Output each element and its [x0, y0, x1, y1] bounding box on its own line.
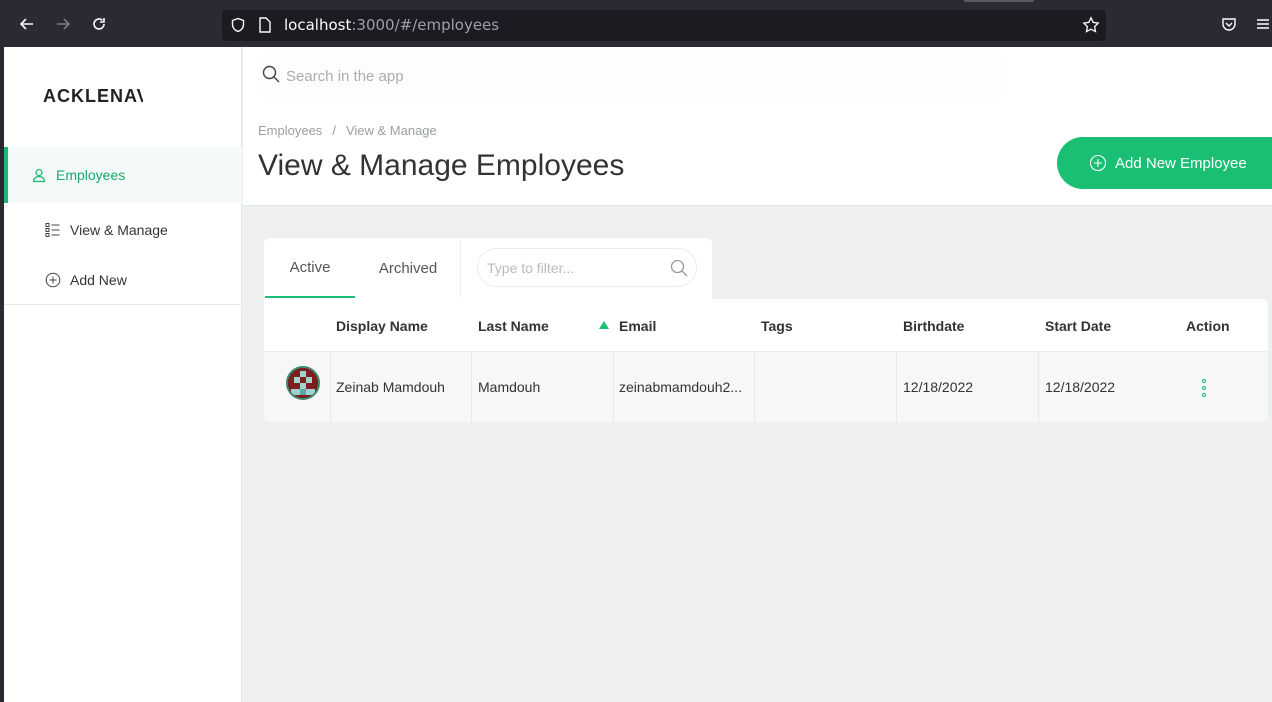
filter-box	[477, 248, 697, 287]
add-button-label: Add New Employee	[1115, 154, 1247, 172]
cell-divider	[471, 352, 472, 422]
column-tags[interactable]: Tags	[761, 318, 793, 334]
url-text[interactable]: localhost:3000/#/employees	[284, 16, 499, 34]
sidebar-item-label: Add New	[70, 272, 127, 288]
tab-strip-indicator	[964, 0, 1034, 2]
arrow-left-icon	[19, 18, 33, 30]
table-header: Display Name Last Name Email Tags Birthd…	[264, 299, 1268, 352]
pocket-icon	[1222, 18, 1236, 31]
cell-last-name: Mamdouh	[478, 379, 541, 395]
add-new-employee-button[interactable]: Add New Employee	[1057, 137, 1272, 189]
menu-button[interactable]	[1252, 12, 1272, 36]
search-icon[interactable]	[670, 259, 688, 281]
app-search	[258, 55, 1006, 97]
url-host: localhost	[284, 16, 352, 34]
tabs-divider	[460, 238, 461, 298]
forward-button[interactable]	[51, 12, 75, 36]
breadcrumb: Employees / View & Manage	[258, 123, 437, 138]
filter-input[interactable]	[487, 259, 657, 276]
back-button[interactable]	[15, 12, 39, 36]
cell-divider	[896, 352, 897, 422]
sidebar-item-add-new[interactable]: Add New	[4, 252, 242, 308]
cell-tags	[761, 352, 895, 422]
logo: ACKLENAV	[43, 86, 143, 106]
cell-start-date: 12/18/2022	[1045, 379, 1116, 395]
url-bar[interactable]: localhost:3000/#/employees	[222, 10, 1106, 41]
column-last-name[interactable]: Last Name	[478, 318, 549, 334]
tabs-bar: Active Archived	[264, 238, 712, 300]
column-display-name[interactable]: Display Name	[336, 318, 428, 334]
list-icon	[44, 221, 62, 239]
sidebar: ACKLENAV Employees View & Manage Add New	[4, 47, 242, 702]
hamburger-icon	[1257, 19, 1269, 29]
column-start-date[interactable]: Start Date	[1045, 318, 1111, 334]
sidebar-item-label: Employees	[56, 167, 126, 183]
breadcrumb-separator: /	[332, 123, 336, 138]
more-actions-icon[interactable]	[1202, 379, 1206, 397]
sidebar-item-view-manage[interactable]: View & Manage	[4, 202, 242, 258]
sidebar-item-label: View & Manage	[70, 222, 168, 238]
shield-icon[interactable]	[230, 17, 246, 33]
column-email[interactable]: Email	[619, 318, 656, 334]
browser-toolbar: localhost:3000/#/employees	[0, 0, 1272, 47]
cell-display-name: Zeinab Mamdouh	[336, 379, 445, 395]
plus-circle-icon	[1089, 154, 1107, 172]
employees-table: Display Name Last Name Email Tags Birthd…	[264, 299, 1268, 422]
sidebar-item-employees[interactable]: Employees	[4, 147, 242, 203]
search-input[interactable]	[286, 67, 886, 85]
url-path: :3000/#/employees	[351, 16, 500, 34]
page-header: Employees / View & Manage View & Manage Em…	[243, 47, 1272, 206]
breadcrumb-view-manage[interactable]: View & Manage	[346, 123, 437, 138]
arrow-right-icon	[57, 18, 71, 30]
cell-email: zeinabmamdouh2...	[619, 379, 742, 395]
tab-active[interactable]: Active	[265, 238, 355, 298]
pocket-button[interactable]	[1217, 12, 1241, 36]
column-action: Action	[1186, 318, 1230, 334]
cell-divider	[330, 352, 331, 422]
breadcrumb-employees[interactable]: Employees	[258, 123, 322, 138]
user-icon	[30, 166, 48, 184]
avatar	[286, 366, 320, 400]
sort-ascending-icon[interactable]	[599, 321, 609, 329]
page-icon	[259, 17, 271, 33]
cell-divider	[754, 352, 755, 422]
reload-button[interactable]	[87, 12, 111, 36]
search-icon	[262, 65, 280, 87]
star-icon[interactable]	[1082, 16, 1100, 34]
tab-archived[interactable]: Archived	[364, 238, 452, 298]
sidebar-divider	[4, 304, 242, 305]
table-row[interactable]: Zeinab Mamdouh Mamdouh zeinabmamdouh2...…	[264, 352, 1268, 422]
column-birthdate[interactable]: Birthdate	[903, 318, 964, 334]
page-title: View & Manage Employees	[258, 149, 625, 182]
plus-circle-icon	[44, 271, 62, 289]
cell-divider	[613, 352, 614, 422]
cell-divider	[1038, 352, 1039, 422]
cell-birthdate: 12/18/2022	[903, 379, 974, 395]
reload-icon	[93, 18, 105, 30]
